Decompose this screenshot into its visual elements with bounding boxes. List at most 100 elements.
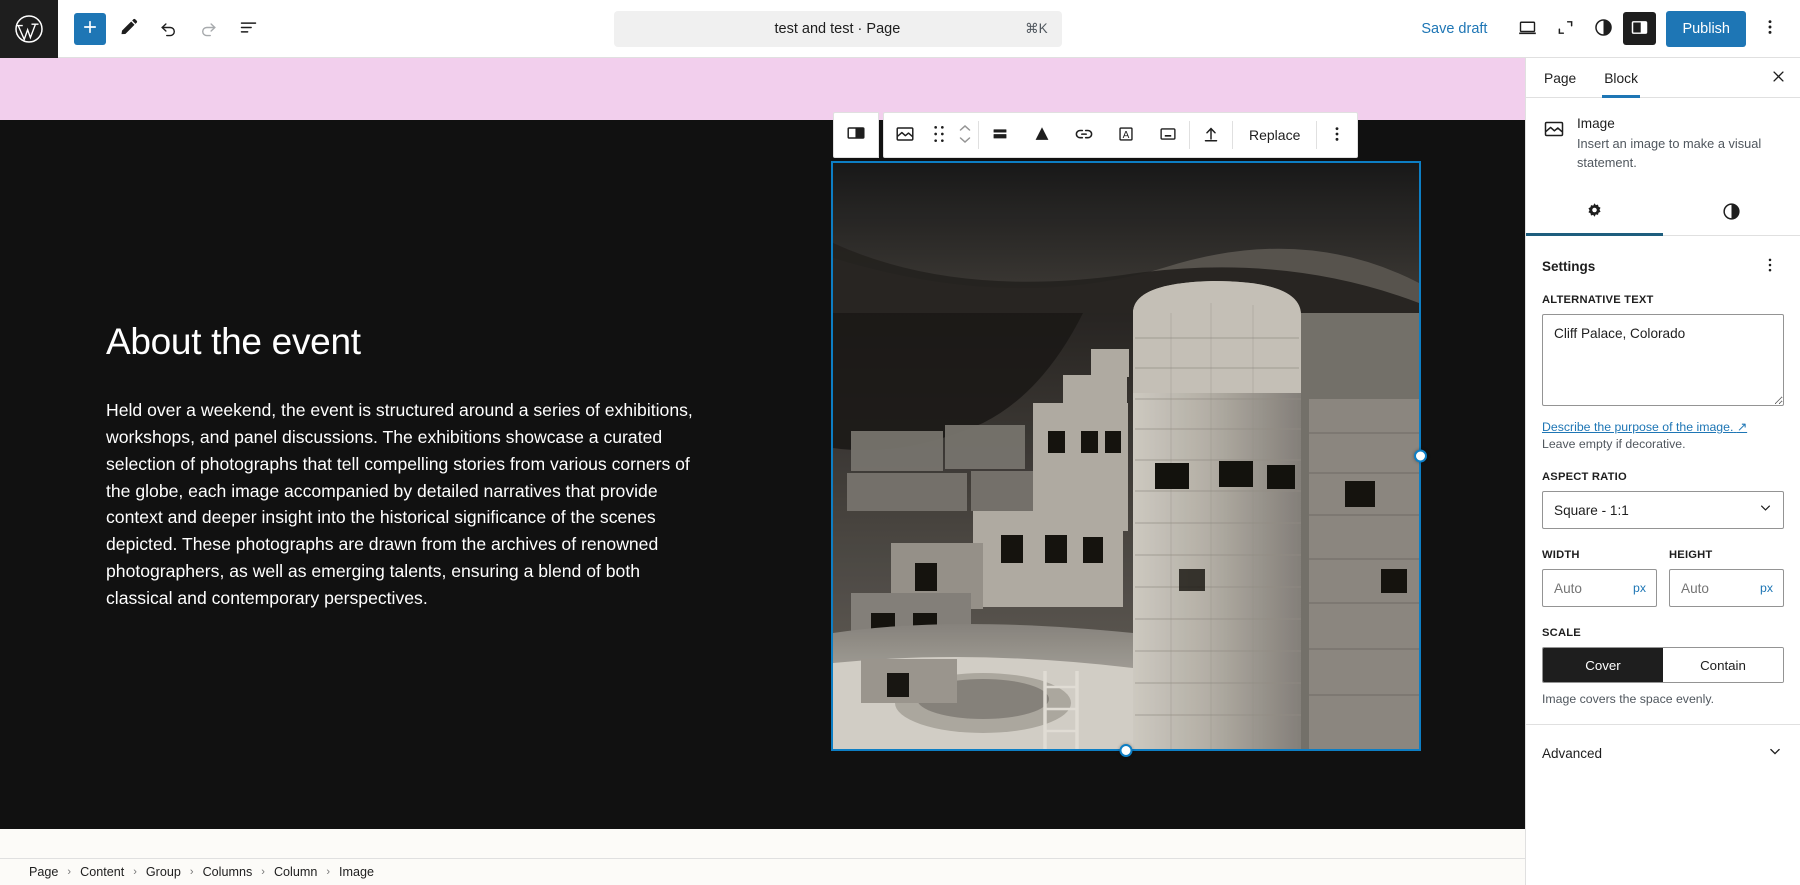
- block-description: Insert an image to make a visual stateme…: [1577, 136, 1762, 170]
- crop-filter-icon: [1031, 123, 1053, 148]
- breadcrumb-item-columns[interactable]: Columns: [196, 862, 260, 882]
- alt-text-input[interactable]: [1542, 314, 1784, 407]
- view-desktop-button[interactable]: [1509, 11, 1545, 47]
- block-title: Image: [1577, 116, 1615, 131]
- header-right-toolbar: Save draft Publish: [1409, 10, 1800, 47]
- wordpress-logo-button[interactable]: [0, 0, 58, 58]
- drag-dots-icon: [932, 124, 946, 147]
- settings-options-button[interactable]: [1756, 252, 1784, 280]
- chevron-updown-icon: [957, 121, 973, 150]
- save-draft-button[interactable]: Save draft: [1409, 13, 1499, 45]
- scale-contain-button[interactable]: Contain: [1663, 648, 1783, 683]
- document-overview-button[interactable]: [230, 11, 266, 47]
- redo-arrow-icon: [198, 17, 219, 41]
- scale-help-text: Image covers the space evenly.: [1542, 692, 1715, 707]
- settings-sidebar: Page Block Image Insert an image to make…: [1525, 58, 1800, 885]
- canvas-bottom-area: [0, 829, 1525, 858]
- close-sidebar-button[interactable]: [1762, 62, 1794, 94]
- block-inserter-button[interactable]: [74, 12, 106, 45]
- list-view-icon: [238, 17, 259, 41]
- breadcrumb: Page › Content › Group › Columns › Colum…: [0, 858, 1525, 885]
- publish-button[interactable]: Publish: [1666, 10, 1746, 47]
- header-left-toolbar: [58, 11, 266, 47]
- replace-button[interactable]: Replace: [1233, 113, 1316, 157]
- wordpress-block-editor: test and test · Page ⌘K Save draft Publi…: [0, 0, 1800, 885]
- block-toolbar-main: A Replace: [883, 112, 1359, 158]
- link-button[interactable]: [1063, 113, 1105, 157]
- heading-block[interactable]: About the event: [106, 320, 706, 364]
- columns-block-icon: [845, 122, 867, 149]
- redo-button[interactable]: [190, 11, 226, 47]
- dimensions-row: WIDTH px HEIGHT px: [1542, 549, 1784, 608]
- settings-sidebar-button[interactable]: [1623, 12, 1657, 45]
- tab-block[interactable]: Block: [1590, 59, 1652, 98]
- aspect-ratio-select[interactable]: Square - 1:1: [1542, 491, 1784, 530]
- block-card: Image Insert an image to make a visual s…: [1526, 98, 1800, 190]
- scale-label: SCALE: [1542, 627, 1581, 640]
- select-parent-columns-button[interactable]: [833, 112, 879, 158]
- close-icon: [1769, 67, 1788, 89]
- column-text: About the event Held over a weekend, the…: [106, 320, 706, 611]
- width-input-wrap[interactable]: px: [1542, 569, 1657, 608]
- advanced-panel-toggle[interactable]: Advanced: [1526, 725, 1800, 782]
- aspect-ratio-field: Square - 1:1: [1542, 491, 1784, 530]
- breadcrumb-item-page[interactable]: Page: [22, 862, 65, 882]
- undo-arrow-icon: [158, 17, 179, 41]
- tab-page[interactable]: Page: [1530, 59, 1590, 97]
- align-button[interactable]: [979, 113, 1021, 157]
- breadcrumb-separator: ›: [261, 866, 265, 878]
- settings-title: Settings: [1542, 258, 1596, 274]
- link-icon: [1073, 123, 1095, 148]
- desktop-icon: [1517, 17, 1538, 41]
- alt-text-label: ALTERNATIVE TEXT: [1542, 294, 1654, 307]
- move-updown-button[interactable]: [952, 113, 978, 157]
- image-block-icon: [1542, 117, 1566, 141]
- header-band-block[interactable]: [0, 58, 1525, 120]
- caption-button[interactable]: [1147, 113, 1189, 157]
- height-label: HEIGHT: [1669, 549, 1713, 562]
- tab-styles-icon[interactable]: [1663, 190, 1800, 235]
- width-field: WIDTH px: [1542, 549, 1657, 608]
- selected-image-block[interactable]: [831, 161, 1427, 757]
- block-options-button[interactable]: [1317, 113, 1357, 157]
- width-input[interactable]: [1554, 580, 1610, 596]
- editor-options-button[interactable]: [1752, 11, 1788, 47]
- height-input[interactable]: [1681, 580, 1737, 596]
- styles-button[interactable]: [1585, 11, 1621, 47]
- sidebar-icon-tabs: [1526, 190, 1800, 237]
- settings-panel-header: Settings: [1542, 252, 1784, 280]
- upload-icon: [1200, 123, 1222, 148]
- upload-button[interactable]: [1190, 113, 1232, 157]
- block-type-image-button[interactable]: [884, 113, 926, 157]
- height-unit: px: [1760, 581, 1773, 596]
- tab-settings-icon[interactable]: [1526, 190, 1663, 237]
- block-card-text: Image Insert an image to make a visual s…: [1577, 116, 1782, 172]
- text-box-icon: A: [1115, 123, 1137, 148]
- command-palette-button[interactable]: test and test · Page ⌘K: [613, 10, 1062, 47]
- undo-button[interactable]: [150, 11, 186, 47]
- breadcrumb-separator: ›: [133, 866, 137, 878]
- right-resize-handle[interactable]: [1414, 449, 1427, 463]
- width-label: WIDTH: [1542, 549, 1580, 562]
- add-text-over-image-button[interactable]: A: [1105, 113, 1147, 157]
- svg-text:A: A: [1123, 130, 1130, 141]
- height-input-wrap[interactable]: px: [1669, 569, 1784, 608]
- breadcrumb-item-content[interactable]: Content: [73, 862, 131, 882]
- breadcrumb-item-column[interactable]: Column: [267, 862, 324, 882]
- bottom-resize-handle[interactable]: [1119, 744, 1133, 757]
- breadcrumb-separator: ›: [67, 866, 72, 878]
- paragraph-block[interactable]: Held over a weekend, the event is struct…: [106, 397, 706, 611]
- scale-cover-button[interactable]: Cover: [1543, 648, 1663, 683]
- describe-image-link[interactable]: Describe the purpose of the image. ↗: [1542, 420, 1747, 434]
- kebab-menu-icon: [1761, 256, 1779, 277]
- zoom-out-button[interactable]: [1547, 11, 1583, 47]
- tools-button[interactable]: [110, 11, 146, 47]
- drag-handle[interactable]: [926, 113, 952, 157]
- pencil-icon: [118, 17, 139, 41]
- breadcrumb-item-image[interactable]: Image: [332, 862, 381, 882]
- width-unit: px: [1633, 581, 1646, 596]
- block-toolbar: A Replace: [833, 112, 1359, 158]
- crop-button[interactable]: [1021, 113, 1063, 157]
- breadcrumb-item-group[interactable]: Group: [139, 862, 188, 882]
- external-link-arrow-icon: ↗: [1736, 420, 1748, 435]
